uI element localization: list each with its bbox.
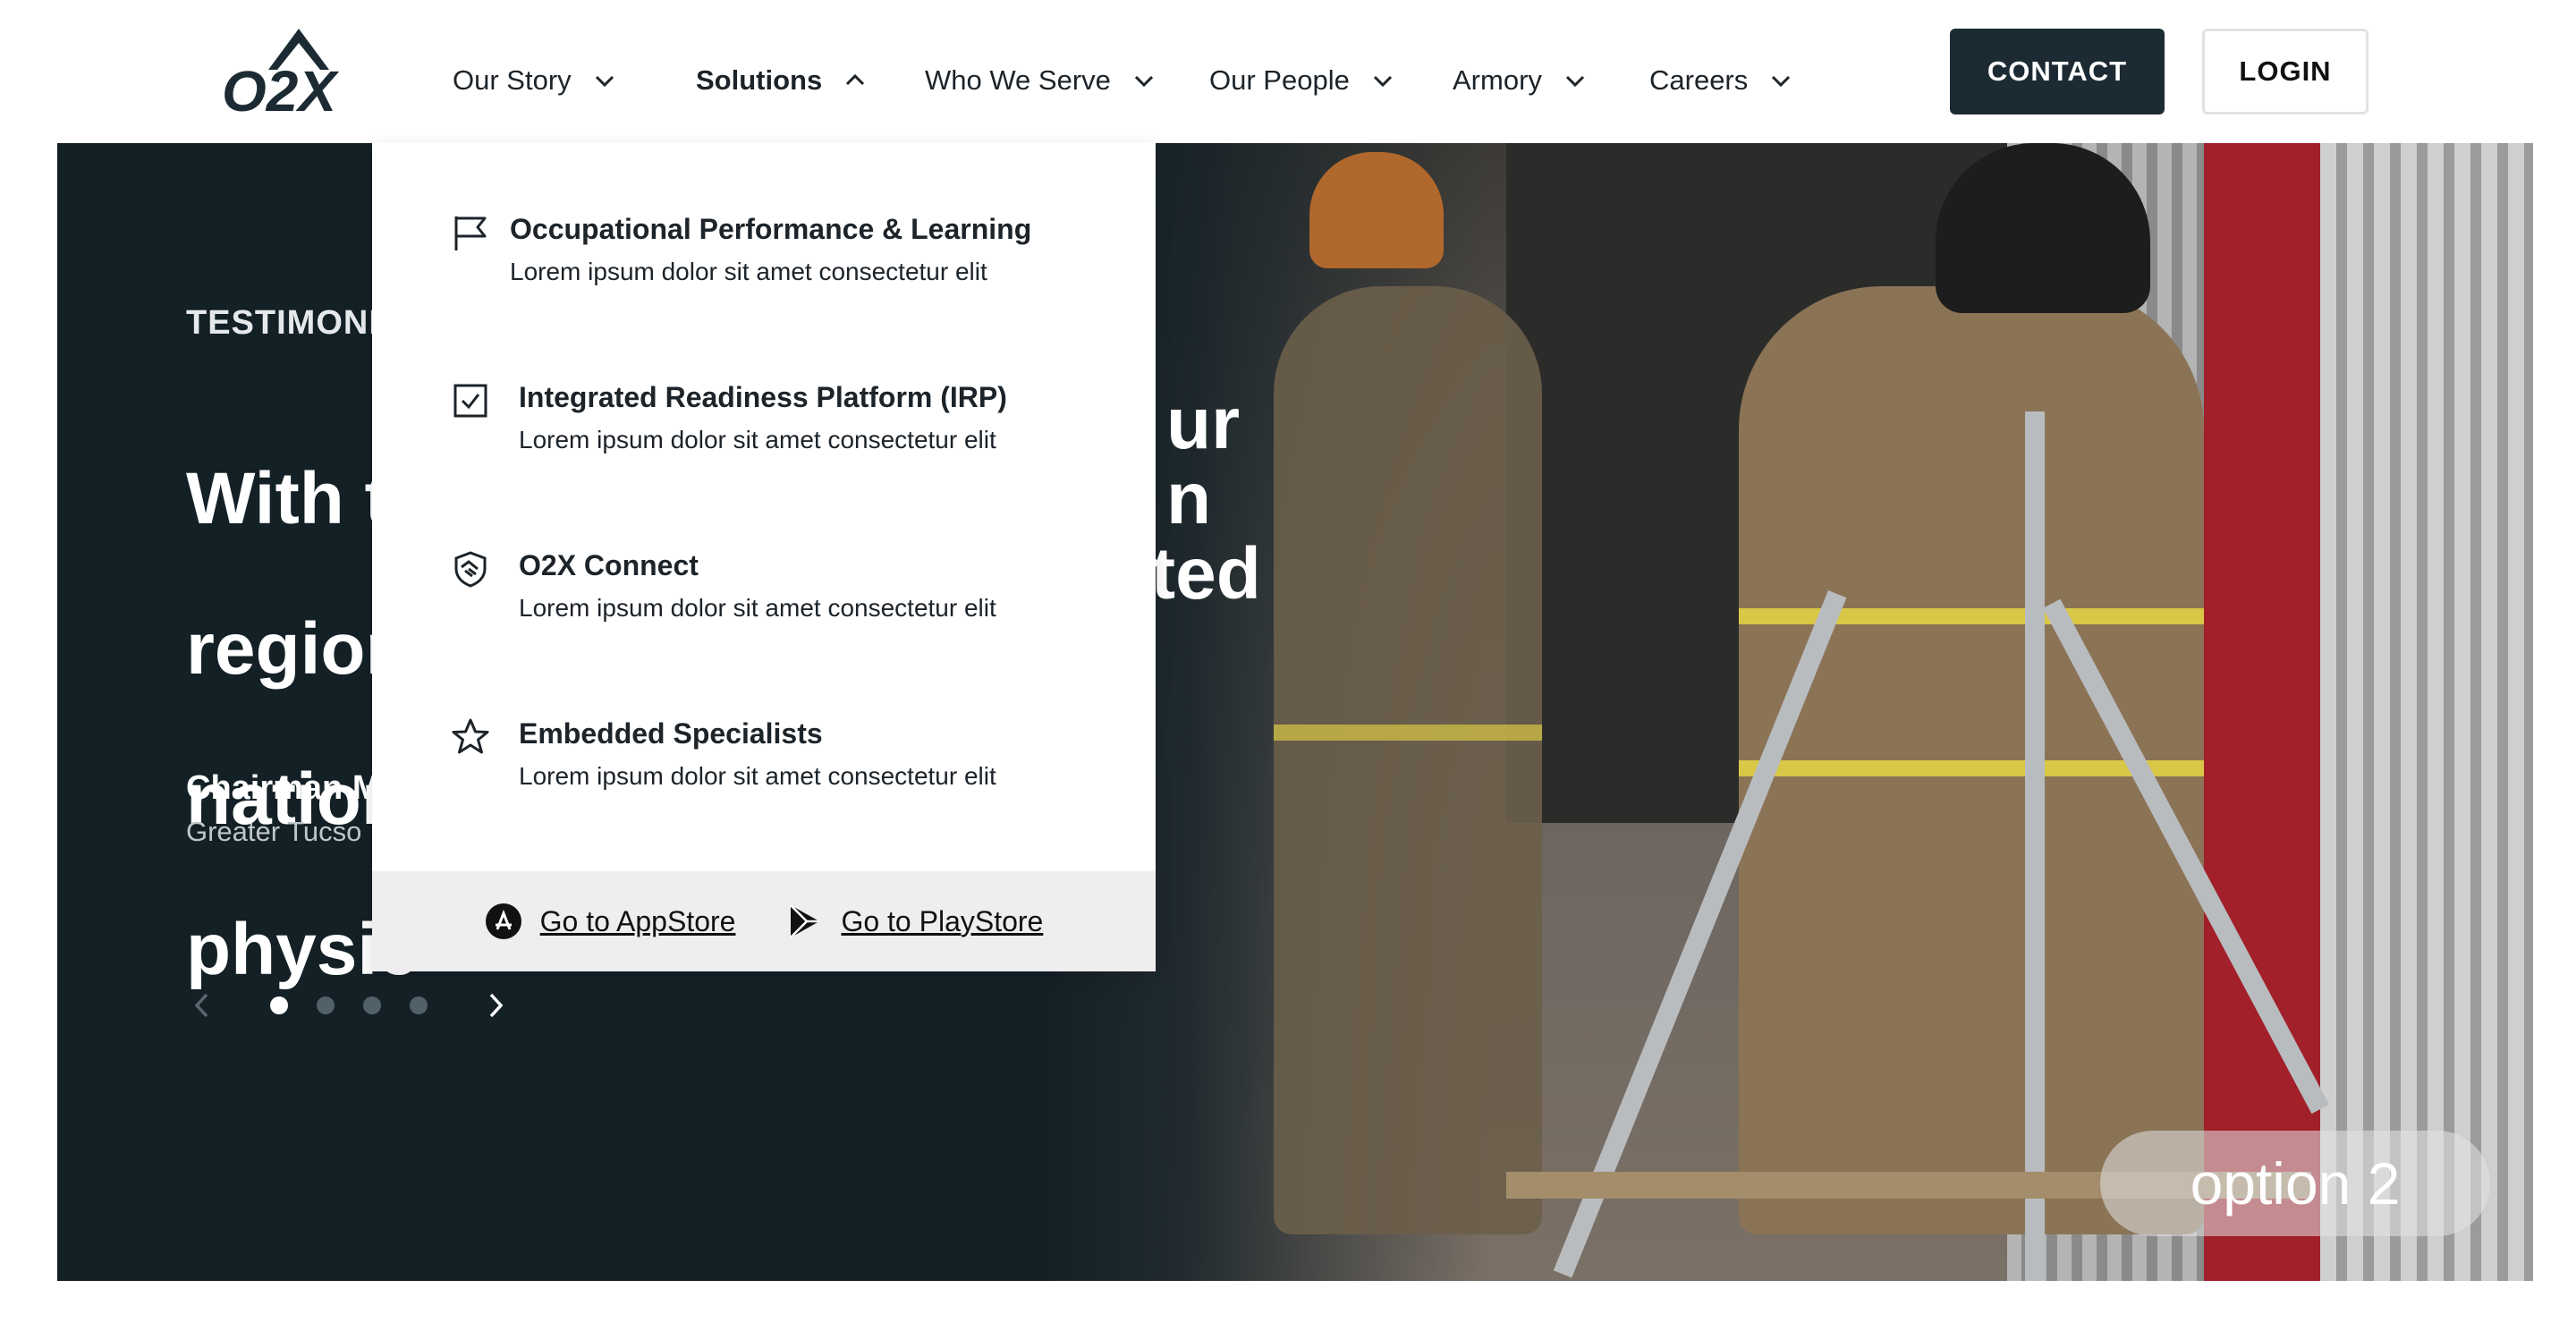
chevron-left-icon: [194, 993, 208, 1018]
dropdown-item-embedded-specialists[interactable]: Embedded Specialists Lorem ipsum dolor s…: [451, 717, 1131, 816]
carousel-dots: [270, 996, 428, 1014]
carousel-dot-2[interactable]: [317, 996, 335, 1014]
carousel-dot-3[interactable]: [363, 996, 381, 1014]
playstore-icon: [790, 904, 820, 938]
testimonial-author: Chairman M: [186, 769, 381, 807]
nav-our-people[interactable]: Our People: [1209, 59, 1394, 102]
chevron-down-icon: [1134, 75, 1153, 88]
svg-text:O2X: O2X: [222, 59, 339, 118]
chevron-down-icon: [1772, 75, 1791, 88]
solutions-dropdown: Occupational Performance & Learning Lore…: [372, 143, 1156, 971]
carousel-prev-button[interactable]: [186, 989, 218, 1022]
playstore-link[interactable]: Go to PlayStore: [785, 903, 1043, 940]
carousel-dot-1[interactable]: [270, 996, 288, 1014]
nav-our-story[interactable]: Our Story: [453, 59, 616, 102]
chevron-down-icon: [595, 75, 614, 88]
checkbox-icon: [453, 384, 487, 418]
flag-icon: [454, 216, 487, 250]
dropdown-item-occupational-performance[interactable]: Occupational Performance & Learning Lore…: [451, 213, 1131, 311]
carousel-dot-4[interactable]: [410, 996, 428, 1014]
contact-button[interactable]: CONTACT: [1950, 29, 2165, 114]
site-header: O2X Our Story Solutions Who We Serve Our…: [0, 0, 2576, 143]
nav-careers[interactable]: Careers: [1649, 59, 1792, 102]
testimonial-carousel: [186, 979, 512, 1032]
testimonial-author-location: Greater Tucso: [186, 816, 362, 847]
carousel-next-button[interactable]: [479, 989, 512, 1022]
chevron-up-icon: [846, 73, 865, 86]
appstore-link[interactable]: Go to AppStore: [485, 903, 735, 940]
chevron-right-icon: [489, 993, 504, 1018]
login-button[interactable]: LOGIN: [2202, 29, 2368, 114]
nav-who-we-serve[interactable]: Who We Serve: [925, 59, 1156, 102]
o2x-logo[interactable]: O2X: [222, 25, 374, 118]
dropdown-footer: Go to AppStore Go to PlayStore: [372, 871, 1156, 971]
dropdown-item-o2x-connect[interactable]: O2X Connect Lorem ipsum dolor sit amet c…: [451, 549, 1131, 648]
handshake-icon: [454, 551, 487, 588]
chevron-down-icon: [1565, 75, 1584, 88]
testimonial-eyebrow: TESTIMONI: [186, 304, 379, 342]
star-icon: [452, 718, 489, 754]
chevron-down-icon: [1373, 75, 1392, 88]
appstore-icon: [485, 903, 521, 939]
nav-solutions[interactable]: Solutions: [696, 59, 867, 102]
option-badge[interactable]: option 2: [2100, 1131, 2490, 1236]
nav-armory[interactable]: Armory: [1453, 59, 1587, 102]
dropdown-item-irp[interactable]: Integrated Readiness Platform (IRP) Lore…: [451, 381, 1131, 479]
